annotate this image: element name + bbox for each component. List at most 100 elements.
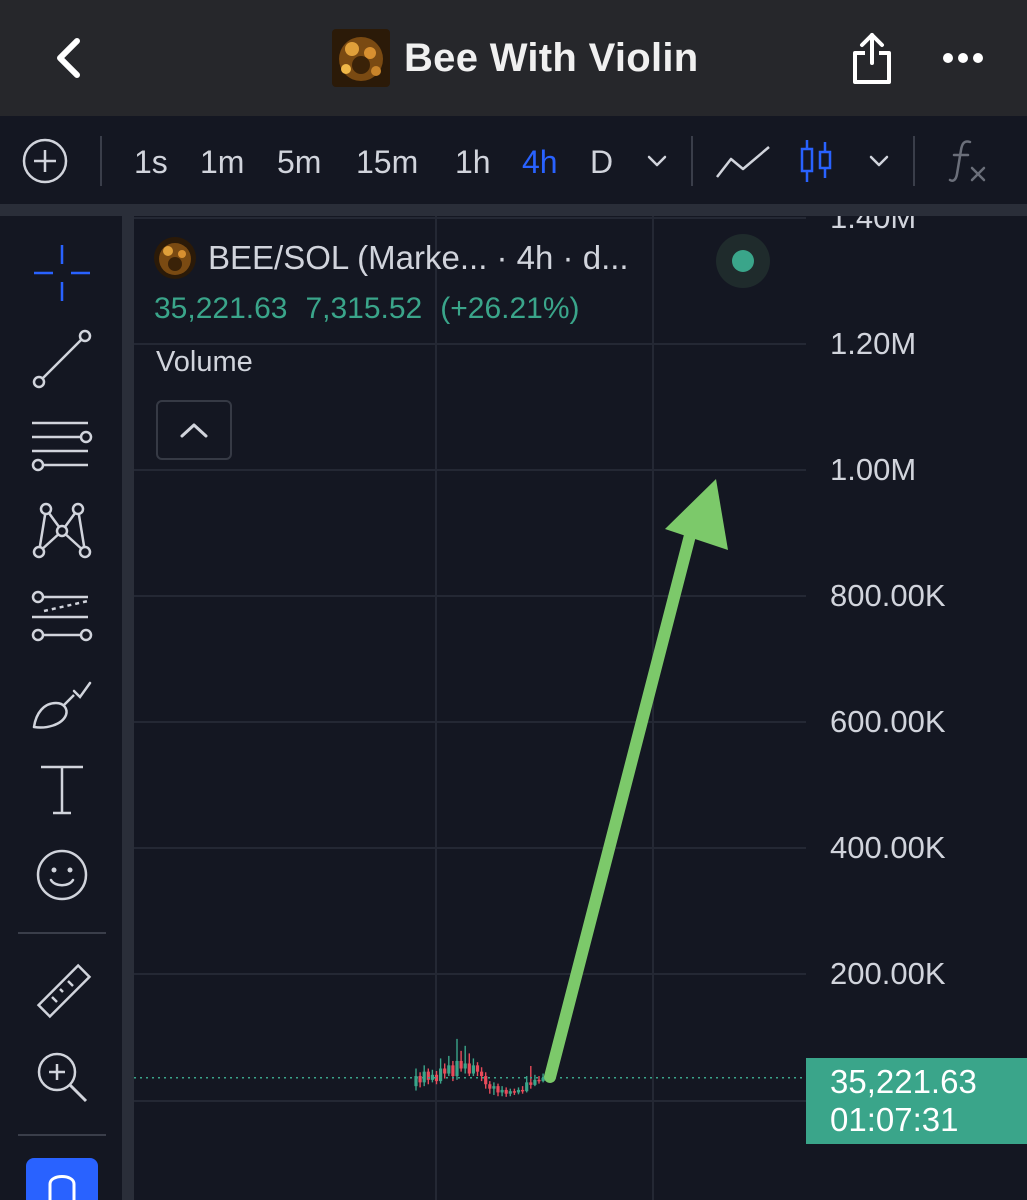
back-chevron-icon [57, 38, 80, 78]
parallel-lines-icon [31, 421, 93, 472]
symbol-description: BEE/SOL (Marke... · 4h · d... [208, 239, 629, 276]
trend-line-icon [32, 329, 92, 389]
market-status-indicator[interactable] [716, 234, 770, 288]
candlestick-chart-type-button[interactable] [798, 136, 834, 186]
zoom-tool[interactable] [22, 1042, 102, 1112]
candle-body [504, 1089, 508, 1094]
brush-tool[interactable] [22, 668, 102, 738]
tools-divider [18, 932, 106, 934]
y-axis-tick-label: 800.00K [830, 578, 946, 613]
candle-body [480, 1071, 484, 1077]
y-axis-tick-label: 1.20M [830, 326, 917, 361]
candle-body [475, 1065, 480, 1072]
emoji-tool[interactable] [22, 840, 102, 910]
interval-1s[interactable]: 1s [134, 144, 168, 181]
line-chart-type-button[interactable] [714, 136, 772, 186]
more-options-button[interactable] [936, 36, 990, 80]
text-tool[interactable] [22, 754, 102, 824]
candle-body [418, 1076, 422, 1083]
candle-body [484, 1076, 488, 1085]
chart-toolbar: 1s 1m 5m 15m 1h 4h D [0, 116, 1027, 206]
candle-body [439, 1068, 443, 1082]
token-image [332, 29, 390, 87]
smiley-icon [36, 849, 88, 901]
magnet-tool-button[interactable] [26, 1158, 98, 1200]
candle-body [521, 1089, 525, 1092]
interval-4h[interactable]: 4h [522, 144, 558, 181]
magnet-icon [48, 1175, 76, 1200]
symbol-legend[interactable]: BEE/SOL (Marke... · 4h · d... [154, 236, 629, 280]
share-button[interactable] [846, 28, 898, 88]
chevron-up-icon [180, 423, 208, 438]
fib-tool[interactable] [22, 582, 102, 652]
candle-body [459, 1060, 463, 1069]
back-button[interactable] [40, 30, 96, 86]
candlestick-icon [800, 140, 832, 182]
drawing-toolbar-border [122, 216, 134, 1200]
crosshair-tool[interactable] [22, 238, 102, 308]
candle-body [529, 1082, 533, 1085]
app-title: Bee With Violin [404, 35, 699, 80]
candlestick-series [414, 1038, 545, 1097]
toolbar-divider [691, 136, 693, 186]
toolbar-divider [100, 136, 102, 186]
chart-type-dropdown-button[interactable] [862, 136, 896, 186]
candle-body [492, 1086, 496, 1089]
zoom-in-icon [37, 1052, 88, 1103]
symbol-avatar [154, 237, 196, 279]
market-open-dot [732, 250, 754, 272]
interval-d[interactable]: D [590, 144, 613, 181]
candle-body [488, 1084, 492, 1089]
y-axis-tick-label: 1.00M [830, 452, 917, 487]
volume-indicator-label[interactable]: Volume [156, 346, 253, 379]
interval-15m[interactable]: 15m [356, 144, 418, 181]
toolbar-divider [913, 136, 915, 186]
candle-body [516, 1089, 521, 1093]
trend-line-tool[interactable] [22, 324, 102, 394]
toolbar-border [0, 204, 1027, 216]
trend-arrow-head [665, 479, 728, 550]
current-price-value: 35,221.63 [830, 1063, 977, 1100]
y-axis-tick-label: 600.00K [830, 704, 946, 739]
fibonacci-icon [31, 590, 93, 642]
chart-overlays [134, 479, 806, 1083]
y-axis-tick-label: 400.00K [830, 830, 946, 865]
top-bar: Bee With Violin [0, 0, 1027, 116]
candle-body [512, 1091, 516, 1093]
chart-pane[interactable]: 1.40M 1.20M 1.00M 800.00K 600.00K 400.00K 200.… [134, 216, 1027, 1200]
share-icon [853, 33, 891, 84]
y-axis-tick-label: 200.00K [830, 956, 946, 991]
candle-body [463, 1063, 467, 1069]
price-change: 7,315.52 [305, 292, 423, 325]
horizontal-lines-tool[interactable] [22, 410, 102, 480]
candle-body [455, 1060, 459, 1077]
line-chart-icon [716, 146, 770, 178]
candle-body [496, 1086, 500, 1093]
y-axis-tick-label: 1.40M [830, 216, 917, 235]
candle-body [471, 1065, 475, 1074]
brush-icon [32, 681, 92, 729]
measure-tool[interactable] [22, 956, 102, 1026]
chevron-down-icon [869, 155, 889, 167]
indicators-button[interactable] [946, 136, 990, 186]
price-legend: 35,221.63 7,315.52 (+26.21%) [154, 292, 580, 326]
pattern-tool[interactable] [22, 496, 102, 566]
bar-countdown: 01:07:31 [830, 1101, 959, 1138]
collapse-indicators-button[interactable] [156, 400, 232, 460]
candle-body [467, 1063, 471, 1074]
interval-1h[interactable]: 1h [455, 144, 491, 181]
ruler-icon [36, 963, 92, 1019]
add-symbol-button[interactable] [20, 136, 70, 186]
candle-body [430, 1074, 434, 1080]
trend-arrow-shaft [544, 510, 701, 1083]
function-fx-icon [948, 140, 986, 182]
candle-body [525, 1082, 529, 1092]
price-change-percent: (+26.21%) [440, 292, 580, 325]
crosshair-icon [34, 245, 90, 301]
interval-5m[interactable]: 5m [277, 144, 321, 181]
current-price-label: 35,221.63 01:07:31 [806, 1058, 1027, 1144]
page-title-group: Bee With Violin [332, 28, 699, 88]
last-price: 35,221.63 [154, 292, 288, 325]
interval-dropdown-button[interactable] [640, 136, 674, 186]
interval-1m[interactable]: 1m [200, 144, 244, 181]
